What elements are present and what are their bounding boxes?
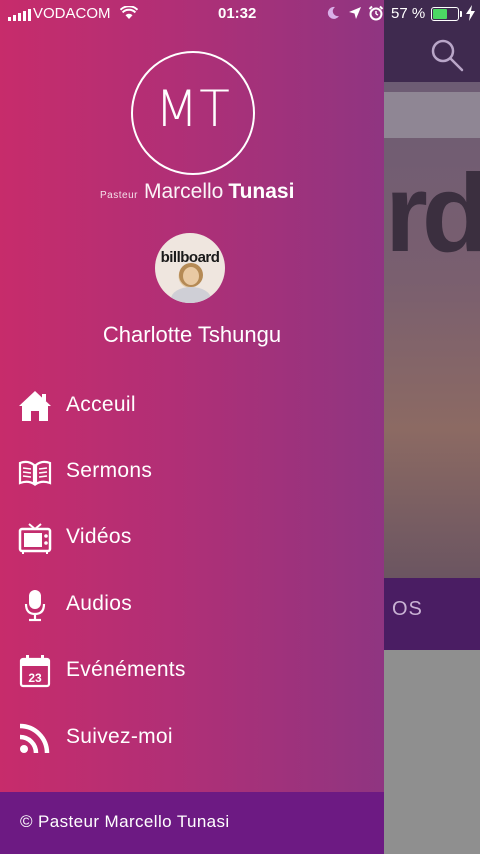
- menu-item-sermons[interactable]: Sermons: [0, 446, 384, 500]
- menu-item-evenements[interactable]: 23 Evénéments: [0, 645, 384, 699]
- battery-tip: [460, 11, 462, 17]
- charging-bolt-icon: [466, 5, 475, 21]
- book-icon: [18, 460, 52, 487]
- battery-icon: [431, 7, 459, 21]
- signal-icon: [8, 9, 31, 21]
- alarm-icon: [368, 5, 384, 21]
- logo-first-name: Marcello: [143, 180, 224, 203]
- avatar-photo-shirt: [171, 287, 211, 303]
- background-photo-graphic: rd: [385, 152, 480, 275]
- menu-item-videos[interactable]: Vidéos: [0, 512, 384, 566]
- battery-percentage: 57 %: [391, 5, 426, 22]
- rss-icon: [19, 723, 50, 754]
- tv-icon: [18, 523, 52, 554]
- menu-label: Vidéos: [66, 525, 132, 548]
- status-time: 01:32: [218, 5, 257, 22]
- logo-last-name: Tunasi: [228, 180, 295, 203]
- menu-item-suivez-moi[interactable]: Suivez-moi: [0, 712, 384, 766]
- footer-copyright: © Pasteur Marcello Tunasi: [20, 812, 230, 831]
- menu-label: Acceuil: [66, 393, 136, 416]
- calendar-day-text: 23: [28, 671, 42, 685]
- background-photo-banner: [384, 92, 480, 138]
- menu-label: Audios: [66, 592, 133, 615]
- menu-item-acceuil[interactable]: Acceuil: [0, 380, 384, 434]
- avatar-magazine-text: billboard: [160, 249, 220, 266]
- moon-icon: [327, 6, 339, 19]
- menu-label: Sermons: [66, 459, 153, 482]
- menu-label: Suivez-moi: [66, 725, 173, 748]
- wifi-icon: [120, 6, 138, 19]
- logo-prefix: Pasteur: [100, 190, 138, 201]
- microphone-icon: [24, 590, 46, 622]
- status-bar: VODACOM 01:32 57 %: [0, 0, 480, 28]
- avatar-photo-face: [183, 267, 199, 285]
- background-tab-label[interactable]: OS: [392, 598, 423, 621]
- menu-label: Evénéments: [66, 658, 186, 681]
- calendar-icon: 23: [19, 655, 51, 688]
- user-name: Charlotte Tshungu: [102, 322, 282, 347]
- carrier-name: VODACOM: [33, 5, 111, 22]
- logo-wordmark: Pasteur Marcello Tunasi: [100, 180, 294, 204]
- search-icon[interactable]: [430, 38, 464, 72]
- menu-item-audios[interactable]: Audios: [0, 579, 384, 633]
- location-arrow-icon: [349, 7, 361, 19]
- logo-initials: MT: [155, 80, 231, 138]
- avatar[interactable]: billboard: [155, 233, 225, 303]
- home-icon: [19, 391, 51, 421]
